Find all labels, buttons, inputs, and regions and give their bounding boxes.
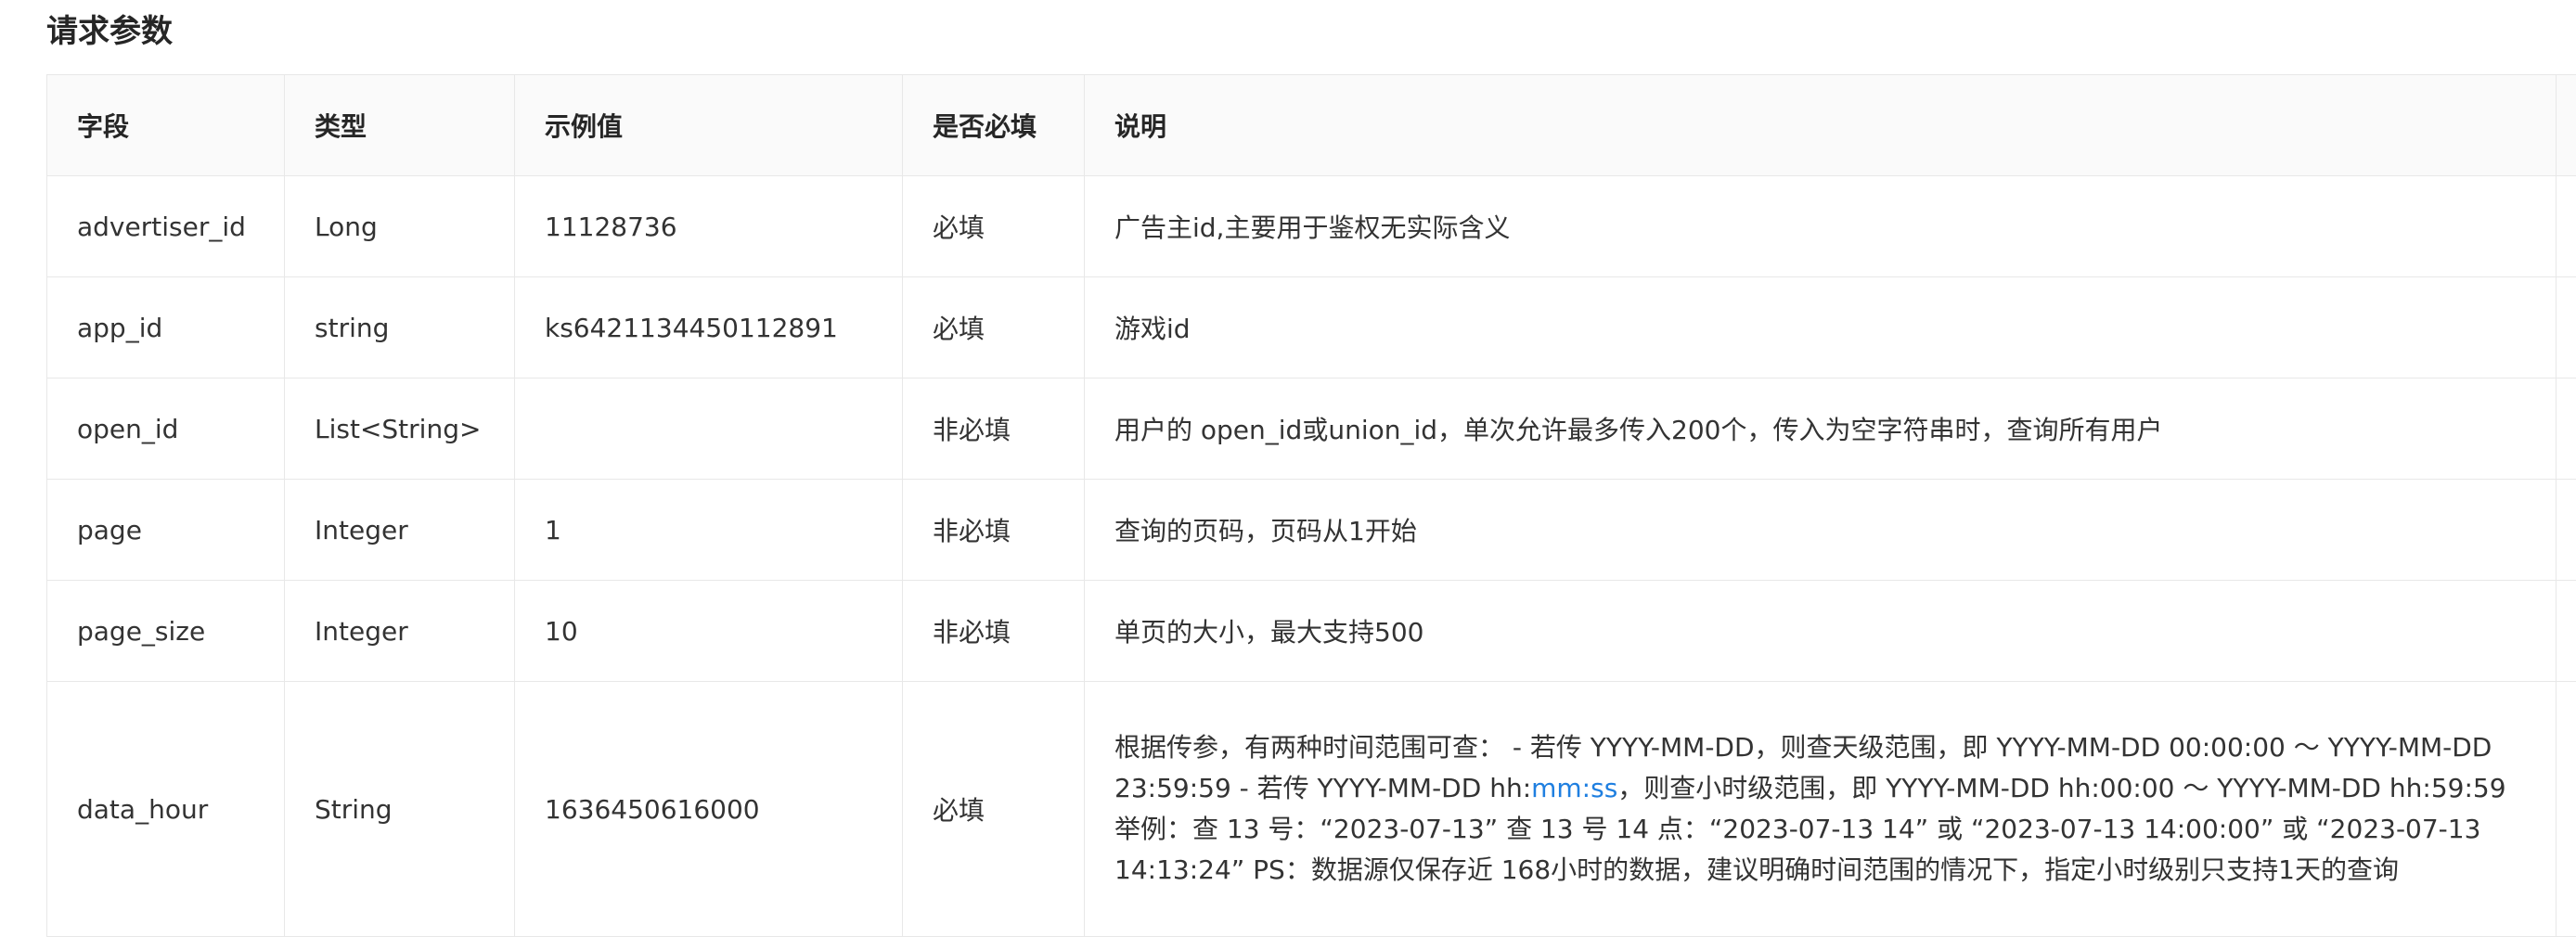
cell-description: 用户的 open_id或union_id，单次允许最多传入200个，传入为空字符…: [1085, 379, 2557, 480]
cell-type: Long: [285, 176, 515, 277]
table-row: advertiser_id Long 11128736 必填 广告主id,主要用…: [47, 176, 2576, 277]
cell-type: Integer: [285, 480, 515, 581]
header-required: 是否必填: [903, 75, 1085, 176]
table-row: open_id List<String> 非必填 用户的 open_id或uni…: [47, 379, 2576, 480]
cell-required: 必填: [903, 277, 1085, 379]
cell-example: 1636450616000: [515, 682, 903, 937]
header-example: 示例值: [515, 75, 903, 176]
request-params-table: 字段 类型 示例值 是否必填 说明 advertiser_id Long 111…: [46, 74, 2576, 937]
cell-extra: [2557, 176, 2576, 277]
header-extra-column: [2557, 75, 2576, 176]
table-row: app_id string ks642113445011289​1 必填 游戏i…: [47, 277, 2576, 379]
cell-example: 1: [515, 480, 903, 581]
cell-description: 广告主id,主要用于鉴权无实际含义: [1085, 176, 2557, 277]
cell-required: 非必填: [903, 480, 1085, 581]
cell-type: string: [285, 277, 515, 379]
cell-description: 根据传参，有两种时间范围可查： - 若传 YYYY-MM-DD，则查天级范围，即…: [1085, 682, 2557, 937]
cell-type: String: [285, 682, 515, 937]
cell-extra: [2557, 379, 2576, 480]
request-params-table-wrapper: 字段 类型 示例值 是否必填 说明 advertiser_id Long 111…: [46, 74, 2576, 937]
cell-extra: [2557, 682, 2576, 937]
cell-field: data_hour: [47, 682, 285, 937]
cell-example: 10: [515, 581, 903, 682]
cell-field: advertiser_id: [47, 176, 285, 277]
table-row: data_hour String 1636450616000 必填 根据传参，有…: [47, 682, 2576, 937]
cell-field: open_id: [47, 379, 285, 480]
cell-required: 非必填: [903, 581, 1085, 682]
table-header-row: 字段 类型 示例值 是否必填 说明: [47, 75, 2576, 176]
cell-required: 必填: [903, 682, 1085, 937]
cell-example: [515, 379, 903, 480]
header-description: 说明: [1085, 75, 2557, 176]
cell-description: 查询的页码，页码从1开始: [1085, 480, 2557, 581]
cell-field: page_size: [47, 581, 285, 682]
cell-required: 非必填: [903, 379, 1085, 480]
cell-field: app_id: [47, 277, 285, 379]
cell-extra: [2557, 581, 2576, 682]
time-format-link[interactable]: mm:ss: [1531, 773, 1617, 803]
cell-type: List<String>: [285, 379, 515, 480]
table-row: page_size Integer 10 非必填 单页的大小，最大支持500: [47, 581, 2576, 682]
section-title: 请求参数: [46, 9, 173, 54]
cell-example: 11128736: [515, 176, 903, 277]
header-field: 字段: [47, 75, 285, 176]
cell-example: ks642113445011289​1: [515, 277, 903, 379]
table-row: page Integer 1 非必填 查询的页码，页码从1开始: [47, 480, 2576, 581]
cell-description: 游戏id: [1085, 277, 2557, 379]
header-type: 类型: [285, 75, 515, 176]
cell-required: 必填: [903, 176, 1085, 277]
cell-description: 单页的大小，最大支持500: [1085, 581, 2557, 682]
cell-extra: [2557, 277, 2576, 379]
cell-field: page: [47, 480, 285, 581]
cell-type: Integer: [285, 581, 515, 682]
cell-extra: [2557, 480, 2576, 581]
